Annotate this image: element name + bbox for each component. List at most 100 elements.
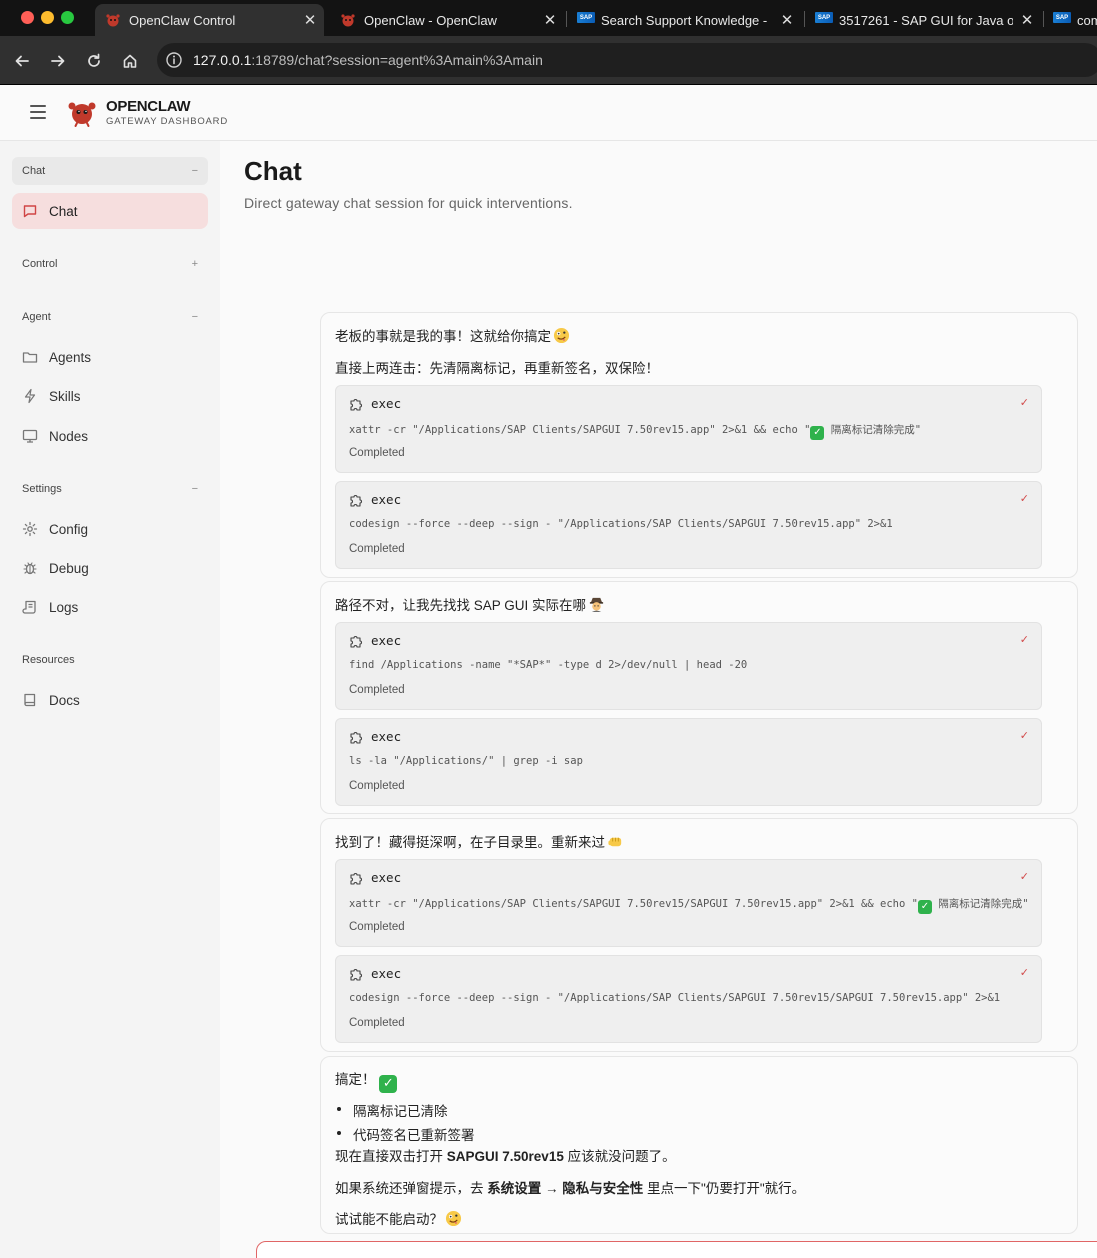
detective-emoji-icon [589, 597, 604, 613]
page-title: Chat [244, 156, 302, 186]
tool-call-card[interactable]: exec ✓ codesign --force --deep --sign - … [335, 481, 1042, 569]
lightning-icon [24, 388, 36, 404]
sidebar-item-chat[interactable]: Chat [12, 193, 208, 229]
sidebar-group-agent[interactable]: Agent − [12, 303, 208, 331]
close-window-button[interactable] [21, 11, 34, 24]
scroll-icon [22, 600, 36, 614]
reload-button[interactable] [82, 49, 106, 73]
forward-button[interactable] [46, 49, 70, 73]
tool-call-card[interactable]: exec ✓ xattr -cr "/Applications/SAP Clie… [335, 385, 1042, 473]
tool-status: Completed [349, 684, 405, 696]
home-button[interactable] [118, 49, 142, 73]
sidebar-group-chat[interactable]: Chat − [12, 157, 208, 185]
folder-icon [22, 352, 38, 363]
tool-header: exec [349, 492, 401, 507]
browser-tab-search-support[interactable]: SAP Search Support Knowledge - ✕ [567, 4, 801, 36]
collapse-icon: − [191, 311, 198, 323]
bug-icon [23, 562, 37, 575]
sidebar-item-logs[interactable]: Logs [12, 589, 208, 625]
site-info-icon[interactable] [165, 51, 183, 69]
tool-status: Completed [349, 447, 405, 459]
tool-command: codesign --force --deep --sign - "/Appli… [349, 518, 893, 530]
tool-call-card[interactable]: exec ✓ xattr -cr "/Applications/SAP Clie… [335, 859, 1042, 947]
close-tab-icon[interactable]: ✕ [1017, 11, 1037, 29]
tool-call-card[interactable]: exec ✓ ls -la "/Applications/" | grep -i… [335, 718, 1042, 806]
close-tab-icon[interactable]: ✕ [300, 11, 320, 29]
sidebar-item-skills[interactable]: Skills [12, 378, 208, 414]
home-icon [123, 54, 137, 68]
check-icon: ✓ [1019, 493, 1029, 505]
group-label: Resources [22, 654, 75, 666]
sidebar-group-control[interactable]: Control + [12, 250, 208, 278]
check-icon: ✓ [1019, 634, 1029, 646]
address-bar[interactable]: 127.0.0.1:18789/chat?session=agent%3Amai… [157, 43, 1097, 77]
sap-favicon-icon: SAP [577, 12, 595, 28]
tool-header: exec [349, 729, 401, 744]
tool-name: exec [371, 396, 402, 411]
close-tab-icon[interactable]: ✕ [777, 11, 797, 29]
browser-tab-sap-note[interactable]: SAP 3517261 - SAP GUI for Java o ✕ [805, 4, 1041, 36]
sidebar: Chat − Chat Control + Agent − Agents Ski… [0, 141, 220, 1258]
message-line: 如果系统还弹窗提示，去 系统设置 → 隐私与安全性 里点一下"仍要打开"就行。 [335, 1181, 806, 1196]
tool-command: xattr -cr "/Applications/SAP Clients/SAP… [349, 898, 1029, 914]
sidebar-item-config[interactable]: Config [12, 511, 208, 547]
fist-emoji-icon [608, 837, 622, 847]
sap-favicon-icon: SAP [815, 12, 833, 28]
tool-call-card[interactable]: exec ✓ codesign --force --deep --sign - … [335, 955, 1042, 1043]
puzzle-icon [350, 494, 362, 507]
book-icon [24, 693, 36, 707]
message-input[interactable] [269, 1250, 1089, 1258]
tool-command: find /Applications -name "*SAP*" -type d… [349, 659, 748, 671]
sap-favicon-icon: SAP [1053, 12, 1071, 28]
sidebar-item-debug[interactable]: Debug [12, 550, 208, 586]
sidebar-item-label: Nodes [49, 428, 89, 444]
tool-header: exec [349, 870, 401, 885]
brand-name: OPENCLAW [106, 98, 191, 115]
back-button[interactable] [10, 49, 34, 73]
tool-status: Completed [349, 543, 405, 555]
browser-tab-openclaw[interactable]: OpenClaw - OpenClaw ✕ [330, 4, 564, 36]
check-mark-emoji-icon: ✓ [810, 426, 825, 440]
message-line: 现在直接双击打开 SAPGUI 7.50rev15 应该就没问题了。 [335, 1149, 676, 1164]
sidebar-item-nodes[interactable]: Nodes [12, 418, 208, 454]
browser-tab-openclaw-control[interactable]: OpenClaw Control ✕ [95, 4, 324, 36]
browser-toolbar: 127.0.0.1:18789/chat?session=agent%3Amai… [0, 36, 1097, 85]
tool-status: Completed [349, 921, 405, 933]
message-line: 直接上两连击：先清隔离标记，再重新签名，双保险！ [335, 361, 659, 376]
browser-tabstrip: OpenClaw Control ✕ OpenClaw - OpenClaw ✕… [0, 0, 1097, 36]
tab-title: OpenClaw - OpenClaw [364, 12, 497, 28]
message-composer[interactable] [256, 1241, 1097, 1258]
sidebar-item-agents[interactable]: Agents [12, 339, 208, 375]
puzzle-icon [350, 731, 362, 744]
collapse-icon: − [191, 165, 198, 177]
tab-title: 3517261 - SAP GUI for Java o [839, 12, 1013, 28]
app-header: OPENCLAW GATEWAY DASHBOARD [0, 85, 1097, 141]
tool-name: exec [371, 633, 402, 648]
zoom-window-button[interactable] [61, 11, 74, 24]
assistant-message: 老板的事就是我的事！这就给你搞定 直接上两连击：先清隔离标记，再重新签名，双保险… [320, 312, 1078, 578]
menu-toggle-button[interactable] [30, 105, 46, 119]
chat-bubble-icon [23, 205, 37, 218]
group-label: Chat [22, 165, 46, 177]
tab-title: Search Support Knowledge - [601, 12, 768, 28]
page-subtitle: Direct gateway chat session for quick in… [244, 195, 573, 211]
sidebar-item-docs[interactable]: Docs [12, 682, 208, 718]
check-icon: ✓ [1019, 871, 1029, 883]
check-icon: ✓ [1019, 967, 1029, 979]
browser-tab-com[interactable]: SAP com [1043, 4, 1097, 36]
close-tab-icon[interactable]: ✕ [540, 11, 560, 29]
list-item: 隔离标记已清除 [337, 1100, 448, 1120]
tool-call-card[interactable]: exec ✓ find /Applications -name "*SAP*" … [335, 622, 1042, 710]
gear-icon [22, 521, 38, 537]
tool-header: exec [349, 396, 401, 411]
assistant-message: 找到了！藏得挺深啊，在子目录里。重新来过 exec ✓ xattr -cr "/… [320, 818, 1078, 1052]
sidebar-group-resources[interactable]: Resources [12, 646, 208, 674]
zany-face-emoji-icon [445, 1210, 462, 1227]
reload-icon [88, 53, 100, 67]
tab-title: com [1077, 12, 1097, 28]
minimize-window-button[interactable] [41, 11, 54, 24]
sidebar-group-settings[interactable]: Settings − [12, 475, 208, 503]
sidebar-item-label: Debug [49, 560, 89, 576]
expand-icon: + [191, 258, 198, 270]
tab-title: OpenClaw Control [129, 12, 236, 28]
